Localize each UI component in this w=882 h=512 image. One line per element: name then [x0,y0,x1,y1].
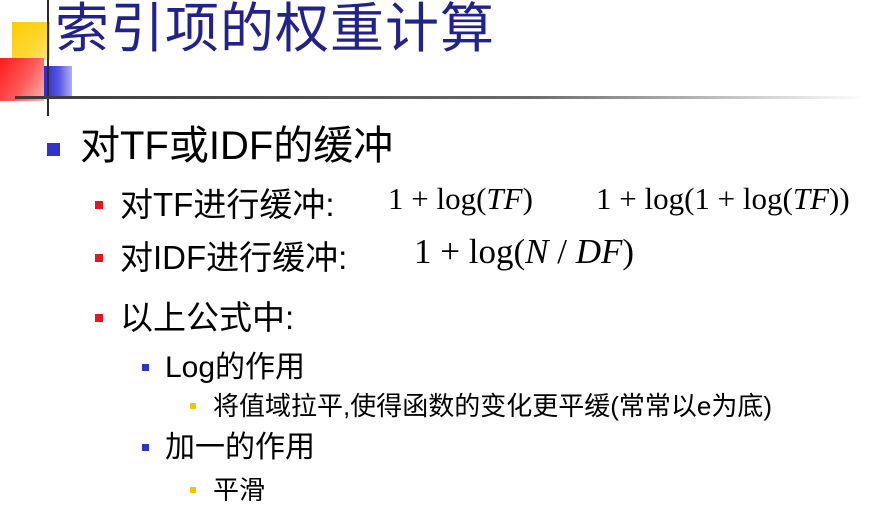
bullet-level1-icon [47,143,60,156]
bullet-level2-icon [95,254,103,262]
title-underline [15,96,867,99]
bullet-level2-icon [95,314,103,322]
formula-segment: ) [522,181,533,216]
bullet-level3-icon [142,364,149,371]
tf-formula-b: 1 + log(1 + log(TF)) [596,181,850,217]
formula-segment: 1 + log( [388,181,487,216]
bullet-level4-icon [190,487,196,493]
bullet-level2-icon [95,201,103,209]
log-detail-text: 将值域拉平,使得函数的变化更平缓(常常以e为底) [213,391,773,421]
log-role-text: Log的作用 [165,351,306,384]
plus-one-role-text: 加一的作用 [165,431,315,464]
bullet-level4-icon [190,403,196,409]
formula-segment: 1 + log(1 + log( [596,181,793,216]
formula-variable: TF [792,181,830,216]
formula-variable: TF [486,181,523,216]
slide-title: 索引项的权重计算 [55,0,495,60]
formula-segment: / [548,232,576,271]
idf-formula: 1 + log(N / DF) [414,232,634,272]
formula-note-text: 以上公式中: [120,299,295,336]
formula-variable: N [525,232,549,271]
tf-buffer-label: 对TF进行缓冲: [120,186,335,223]
decorative-yellow-square [12,22,50,60]
formula-segment: ) [622,232,635,271]
formula-variable: DF [575,232,623,271]
plus-one-detail-text: 平滑 [213,475,266,505]
formula-segment: 1 + log( [414,232,526,271]
formula-segment: )) [829,181,850,216]
tf-formula-a: 1 + log(TF) [388,181,533,217]
bullet-level3-icon [142,444,149,451]
bullet-level1-text: 对TF或IDF的缓冲 [80,124,394,168]
idf-buffer-label: 对IDF进行缓冲: [120,239,348,276]
decorative-red-square [0,58,44,101]
